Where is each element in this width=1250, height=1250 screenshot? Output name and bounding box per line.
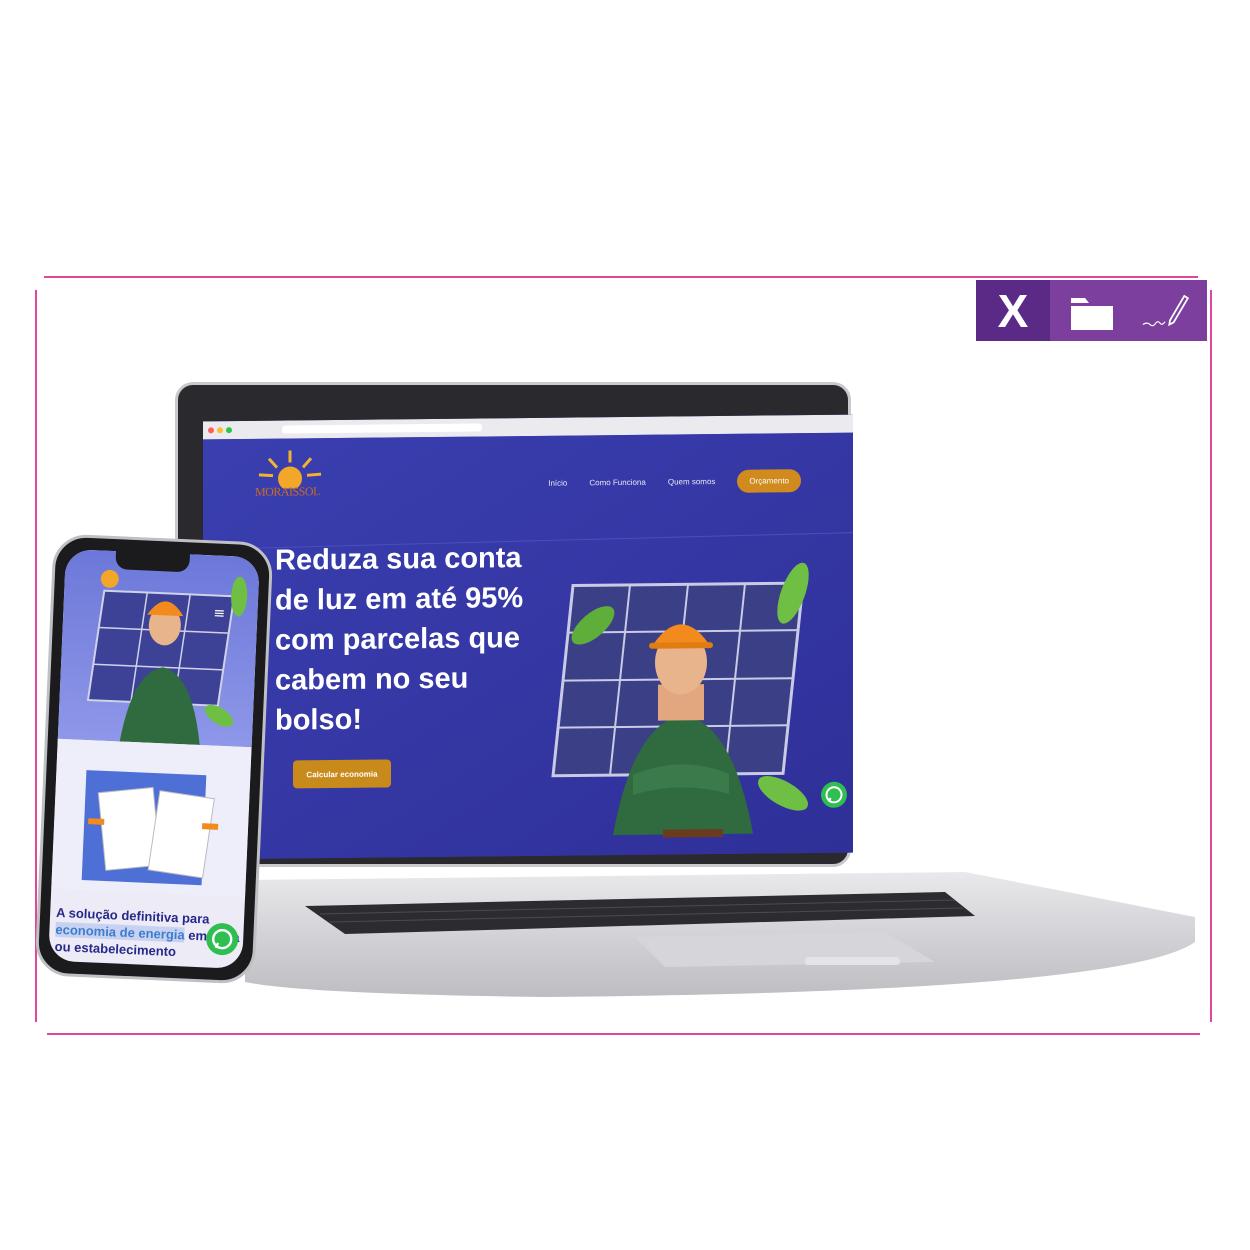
laptop-screen: MORAISSOL Início Como Funciona Quem somo… xyxy=(203,414,853,860)
svg-text:≡: ≡ xyxy=(213,605,225,621)
frame-top-line xyxy=(44,276,1198,278)
phone-screen: ≡ A solução definitiva para economia de … xyxy=(48,548,260,970)
phone-hero-illustration: ≡ xyxy=(86,569,248,745)
phone-bill-section xyxy=(51,738,252,898)
close-button[interactable]: X xyxy=(976,280,1050,341)
calcular-economia-button[interactable]: Calcular economia xyxy=(293,759,391,789)
brand-name: MORAISSOL xyxy=(255,484,320,499)
nav-item-inicio[interactable]: Início xyxy=(548,479,567,488)
frame-right-line xyxy=(1210,290,1212,1022)
editor-toolbar: X xyxy=(976,280,1207,341)
close-dot-icon xyxy=(208,427,214,434)
maximize-dot-icon xyxy=(226,427,232,434)
phone-mockup: ≡ A solução definitiva para economia de … xyxy=(34,533,274,985)
nav-item-quem-somos[interactable]: Quem somos xyxy=(668,477,716,486)
site-nav: Início Como Funciona Quem somos Orçament… xyxy=(548,469,801,495)
phone-notch xyxy=(115,549,191,573)
orcamento-button[interactable]: Orçamento xyxy=(737,469,801,493)
url-bar[interactable] xyxy=(282,423,482,434)
minimize-dot-icon xyxy=(217,427,223,434)
electric-bill-illustration xyxy=(81,770,219,886)
whatsapp-icon[interactable] xyxy=(820,781,848,809)
folder-icon[interactable] xyxy=(1067,286,1117,336)
nav-item-como-funciona[interactable]: Como Funciona xyxy=(589,478,645,488)
brand-logo[interactable]: MORAISSOL xyxy=(255,448,335,509)
toolbar-actions xyxy=(1050,280,1207,341)
hero-title: Reduza sua conta de luz em até 95% com p… xyxy=(275,542,524,737)
pen-signature-icon[interactable] xyxy=(1140,286,1190,336)
frame-bottom-line xyxy=(47,1033,1200,1035)
phone-hero: ≡ xyxy=(57,548,260,748)
laptop-base xyxy=(245,872,1195,997)
whatsapp-icon[interactable] xyxy=(204,921,239,956)
